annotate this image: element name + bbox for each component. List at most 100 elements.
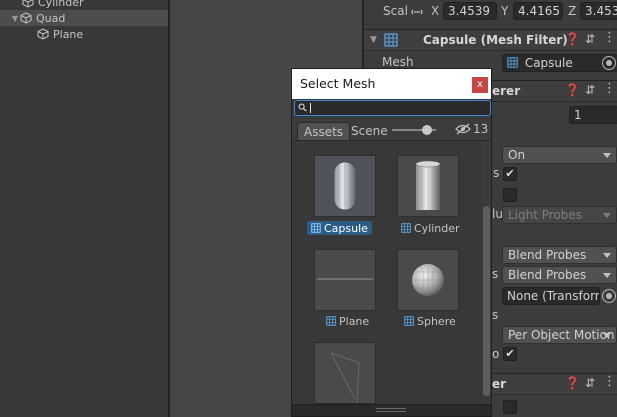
capsule-thumbnail[interactable] (314, 155, 376, 217)
component-title: erer (492, 84, 521, 98)
help-icon[interactable]: ❓ (565, 32, 580, 46)
light-probes-mode-dropdown[interactable]: Blend Probes (502, 246, 617, 264)
link-icon[interactable] (411, 6, 423, 18)
dropdown-value: On (508, 148, 526, 162)
more-options-icon[interactable]: ⋮ (603, 30, 616, 45)
item-label-capsule[interactable]: Capsule (307, 221, 372, 235)
hierarchy-item-quad[interactable]: ▼ Quad (0, 10, 168, 26)
motion-vectors-dropdown[interactable]: Per Object Motion (502, 326, 617, 344)
mesh-object-field[interactable]: Capsule (502, 54, 617, 72)
receive-shadows-checkbox[interactable]: ✔ (503, 167, 517, 181)
asset-grid: Capsule Cylinder Plane Sphere (292, 142, 482, 404)
mesh-value: Capsule (524, 56, 573, 70)
row-label-fragment: s (492, 308, 499, 322)
collapse-arrow-icon[interactable]: ▼ (370, 35, 377, 45)
search-input[interactable] (294, 100, 491, 116)
scale-z-label[interactable]: Z (568, 4, 576, 18)
hierarchy-item-label: Plane (53, 27, 84, 41)
quad-thumbnail[interactable] (314, 342, 376, 404)
chevron-down-icon (603, 253, 611, 258)
cube-icon (37, 28, 49, 40)
anchor-override-field[interactable]: None (Transform (502, 287, 600, 305)
cylinder-preview-icon (415, 160, 441, 210)
plane-thumbnail[interactable] (314, 249, 376, 311)
hierarchy-panel: Cylinder ▼ Quad Plane (0, 0, 168, 417)
hidden-count: 13 (473, 122, 489, 136)
text-cursor (310, 103, 311, 113)
preset-icon[interactable]: ⇵ (585, 32, 595, 46)
tab-assets[interactable]: Assets (297, 122, 351, 140)
dropdown-value: Per Object Motion (508, 328, 615, 342)
hierarchy-item-label: Quad (36, 11, 66, 25)
plane-preview-icon (317, 278, 373, 280)
help-icon[interactable]: ❓ (565, 376, 580, 390)
item-label-text: Capsule (324, 221, 368, 235)
cylinder-thumbnail[interactable] (397, 155, 459, 217)
search-icon (298, 103, 307, 112)
item-label-sphere[interactable]: Sphere (404, 314, 456, 328)
light-probes-dropdown[interactable]: Light Probes (502, 206, 617, 224)
scale-x-field[interactable]: 3.4539 (443, 2, 497, 20)
resize-footer[interactable] (292, 404, 491, 416)
item-label-plane[interactable]: Plane (326, 314, 369, 328)
chevron-down-icon (603, 153, 611, 158)
more-options-icon[interactable]: ⋮ (603, 374, 616, 389)
dynamic-occlusion-checkbox[interactable]: ✔ (503, 347, 517, 361)
mesh-icon (401, 223, 411, 233)
more-options-icon[interactable]: ⋮ (603, 81, 616, 96)
cube-icon (22, 0, 34, 8)
scale-y-field[interactable]: 4.4165 (513, 2, 563, 20)
capsule-preview-icon (333, 161, 357, 211)
reflection-probes-dropdown[interactable]: Blend Probes (502, 266, 617, 284)
hierarchy-item-plane[interactable]: Plane (0, 26, 168, 42)
scale-y-label[interactable]: Y (501, 4, 508, 18)
preset-icon[interactable]: ⇵ (585, 376, 595, 390)
zoom-slider-handle[interactable] (422, 125, 432, 135)
scale-z-field[interactable]: 3.4539 (580, 2, 617, 20)
row-label-fragment: s (492, 267, 499, 281)
row-label-fragment: s (493, 166, 500, 180)
component-title: Capsule (Mesh Filter) (423, 33, 568, 47)
object-picker-icon[interactable] (602, 289, 616, 303)
sphere-preview-icon (412, 264, 444, 296)
window-title-bar[interactable]: Select Mesh x (292, 69, 491, 99)
component-enabled-checkbox[interactable] (503, 400, 517, 414)
item-label-text: Cylinder (414, 221, 460, 235)
hierarchy-item-cylinder[interactable]: Cylinder (0, 0, 168, 10)
vertical-scrollbar[interactable] (482, 142, 491, 404)
scale-x-label[interactable]: X (431, 4, 439, 18)
dropdown-value: Light Probes (508, 208, 583, 222)
dropdown-value: Blend Probes (508, 268, 587, 282)
resize-grip-icon[interactable] (376, 408, 406, 412)
contribute-gi-checkbox[interactable] (503, 188, 517, 202)
dropdown-value: Blend Probes (508, 248, 587, 262)
chevron-down-icon (603, 333, 611, 338)
select-mesh-window: Select Mesh x Assets Scene 13 Capsule Cy… (291, 68, 492, 417)
expand-triangle-icon[interactable]: ▼ (10, 14, 20, 23)
scrollbar-thumb[interactable] (483, 206, 490, 396)
object-picker-icon[interactable] (602, 56, 616, 70)
tab-scene[interactable]: Scene (345, 122, 394, 140)
scale-label: Scal (383, 4, 408, 18)
mesh-icon (507, 57, 518, 68)
mesh-filter-header[interactable]: ▼ Capsule (Mesh Filter) ❓ ⇵ ⋮ (364, 29, 617, 51)
mesh-icon (311, 223, 321, 233)
window-title: Select Mesh (300, 76, 376, 91)
mesh-icon (404, 316, 414, 326)
materials-size-field[interactable]: 1 (569, 106, 617, 124)
row-label-fragment: o (492, 347, 500, 361)
chevron-down-icon (603, 213, 611, 218)
item-label-cylinder[interactable]: Cylinder (401, 221, 460, 235)
cube-icon (20, 12, 32, 24)
mesh-filter-icon (384, 33, 398, 47)
sphere-thumbnail[interactable] (397, 249, 459, 311)
mesh-label: Mesh (382, 55, 414, 69)
item-label-text: Plane (339, 314, 370, 328)
close-button[interactable]: x (472, 77, 488, 93)
mesh-icon (326, 316, 336, 326)
preset-icon[interactable]: ⇵ (585, 83, 595, 97)
item-label-text: Sphere (417, 314, 456, 328)
cast-shadows-dropdown[interactable]: On (502, 146, 617, 164)
help-icon[interactable]: ❓ (565, 83, 580, 97)
hierarchy-item-label: Cylinder (38, 0, 84, 9)
